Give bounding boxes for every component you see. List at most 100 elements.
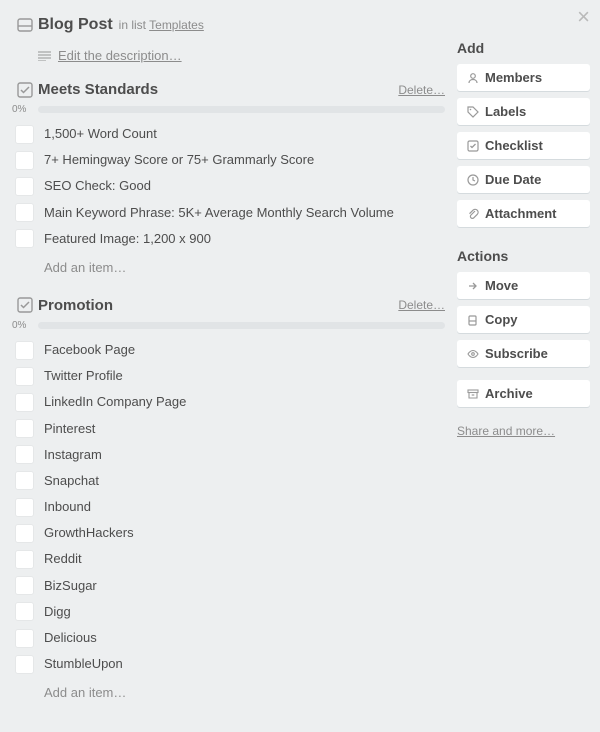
checklist-title[interactable]: Meets Standards <box>38 81 398 98</box>
checklists-container: Meets StandardsDelete…0%1,500+ Word Coun… <box>12 81 445 700</box>
copy-label: Copy <box>485 312 518 327</box>
checklist-item-text[interactable]: 1,500+ Word Count <box>44 125 157 143</box>
checklist-section: Meets StandardsDelete… 0% 1,500+ Word Coun… <box>12 81 445 275</box>
checklist-item-checkbox[interactable] <box>16 603 33 620</box>
archive-button[interactable]: Archive <box>457 380 590 407</box>
move-label: Move <box>485 278 518 293</box>
checklist-item: Delicious <box>12 625 445 651</box>
checklist-button[interactable]: Checklist <box>457 132 590 159</box>
checklist-item-text[interactable]: Twitter Profile <box>44 367 123 385</box>
checklist-item-text[interactable]: GrowthHackers <box>44 524 134 542</box>
checklist-item: StumbleUpon <box>12 651 445 677</box>
members-label: Members <box>485 70 542 85</box>
checklist-add-item[interactable]: Add an item… <box>44 685 445 700</box>
checklist-item-text[interactable]: Facebook Page <box>44 341 135 359</box>
checklist-progress-bar <box>38 322 445 329</box>
checklist-progress: 0% <box>12 104 445 115</box>
attachment-label: Attachment <box>485 206 557 221</box>
checklist-item-text[interactable]: LinkedIn Company Page <box>44 393 186 411</box>
checklist-item: GrowthHackers <box>12 520 445 546</box>
card-title[interactable]: Blog Post <box>38 16 113 34</box>
checklist-item-text[interactable]: Instagram <box>44 446 102 464</box>
checklist-item-checkbox[interactable] <box>16 152 33 169</box>
checklist-title[interactable]: Promotion <box>38 297 398 314</box>
checklist-item-checkbox[interactable] <box>16 178 33 195</box>
checklist-item-text[interactable]: SEO Check: Good <box>44 177 151 195</box>
attachment-button[interactable]: Attachment <box>457 200 590 227</box>
move-button[interactable]: Move <box>457 272 590 299</box>
checklist-item-checkbox[interactable] <box>16 577 33 594</box>
copy-button[interactable]: Copy <box>457 306 590 333</box>
share-link[interactable]: Share and more… <box>457 424 555 438</box>
checklist-add-item[interactable]: Add an item… <box>44 260 445 275</box>
checklist-item-checkbox[interactable] <box>16 230 33 247</box>
checklist-item-checkbox[interactable] <box>16 472 33 489</box>
main-column: Blog Post in list Templates Edit the des… <box>12 10 457 722</box>
checklist-item: Instagram <box>12 442 445 468</box>
close-icon[interactable]: × <box>577 6 590 28</box>
checklist-delete-link[interactable]: Delete… <box>398 83 445 97</box>
checklist-section: PromotionDelete… 0% Facebook Page Twitter P… <box>12 297 445 700</box>
checklist-item-checkbox[interactable] <box>16 342 33 359</box>
checklist-item: Facebook Page <box>12 337 445 363</box>
card-dialog: × Blog Post in list Templates Edit the d… <box>0 0 600 732</box>
checklist-item-text[interactable]: Main Keyword Phrase: 5K+ Average Monthly… <box>44 204 394 222</box>
checklist-item-text[interactable]: Pinterest <box>44 420 95 438</box>
checklist-item: Snapchat <box>12 468 445 494</box>
checklist-check-icon <box>12 82 38 98</box>
checklist-percent: 0% <box>12 320 38 331</box>
checklist-item-text[interactable]: StumbleUpon <box>44 655 123 673</box>
archive-icon <box>467 388 485 400</box>
description-row: Edit the description… <box>12 36 445 81</box>
checklist-item: SEO Check: Good <box>12 173 445 199</box>
checklist-item: LinkedIn Company Page <box>12 389 445 415</box>
checklist-item-text[interactable]: BizSugar <box>44 577 97 595</box>
checklist-item: Twitter Profile <box>12 363 445 389</box>
checklist-item-checkbox[interactable] <box>16 368 33 385</box>
checklist-item: Reddit <box>12 546 445 572</box>
due-date-button[interactable]: Due Date <box>457 166 590 193</box>
checklist-item-checkbox[interactable] <box>16 446 33 463</box>
card-header: Blog Post in list Templates <box>12 10 445 36</box>
checklist-item: Main Keyword Phrase: 5K+ Average Monthly… <box>12 200 445 226</box>
checklist-item-text[interactable]: Snapchat <box>44 472 99 490</box>
sidebar-add-heading: Add <box>457 40 590 56</box>
checklist-item-checkbox[interactable] <box>16 420 33 437</box>
checklist-item-checkbox[interactable] <box>16 630 33 647</box>
checklist-item-checkbox[interactable] <box>16 204 33 221</box>
labels-icon <box>467 106 485 118</box>
checklist-item-checkbox[interactable] <box>16 656 33 673</box>
checklist-item-checkbox[interactable] <box>16 126 33 143</box>
checklist-item: Inbound <box>12 494 445 520</box>
list-link[interactable]: Templates <box>149 18 204 32</box>
checklist-item-text[interactable]: Inbound <box>44 498 91 516</box>
attachment-icon <box>467 208 485 220</box>
checklist-item-text[interactable]: Delicious <box>44 629 97 647</box>
in-list-label: in list Templates <box>119 18 204 32</box>
checklist-delete-link[interactable]: Delete… <box>398 298 445 312</box>
checklist-item-checkbox[interactable] <box>16 394 33 411</box>
sidebar-actions-heading: Actions <box>457 248 590 264</box>
subscribe-button[interactable]: Subscribe <box>457 340 590 367</box>
members-icon <box>467 72 485 84</box>
checklist-item: Pinterest <box>12 416 445 442</box>
checklist-item-text[interactable]: 7+ Hemingway Score or 75+ Grammarly Scor… <box>44 151 314 169</box>
checklist-item-text[interactable]: Featured Image: 1,200 x 900 <box>44 230 211 248</box>
checklist-item-checkbox[interactable] <box>16 499 33 516</box>
edit-description-link[interactable]: Edit the description… <box>58 48 182 63</box>
checklist-item: Featured Image: 1,200 x 900 <box>12 226 445 252</box>
checklist-item-checkbox[interactable] <box>16 551 33 568</box>
eye-icon <box>467 348 485 360</box>
clock-icon <box>467 174 485 186</box>
arrow-right-icon <box>467 280 485 292</box>
checklist-item: BizSugar <box>12 573 445 599</box>
checklist-item-text[interactable]: Digg <box>44 603 71 621</box>
members-button[interactable]: Members <box>457 64 590 91</box>
archive-label: Archive <box>485 386 533 401</box>
checklist-item-checkbox[interactable] <box>16 525 33 542</box>
labels-button[interactable]: Labels <box>457 98 590 125</box>
checklist-header: PromotionDelete… <box>12 297 445 314</box>
subscribe-label: Subscribe <box>485 346 548 361</box>
checklist-item-text[interactable]: Reddit <box>44 550 82 568</box>
checklist-percent: 0% <box>12 104 38 115</box>
